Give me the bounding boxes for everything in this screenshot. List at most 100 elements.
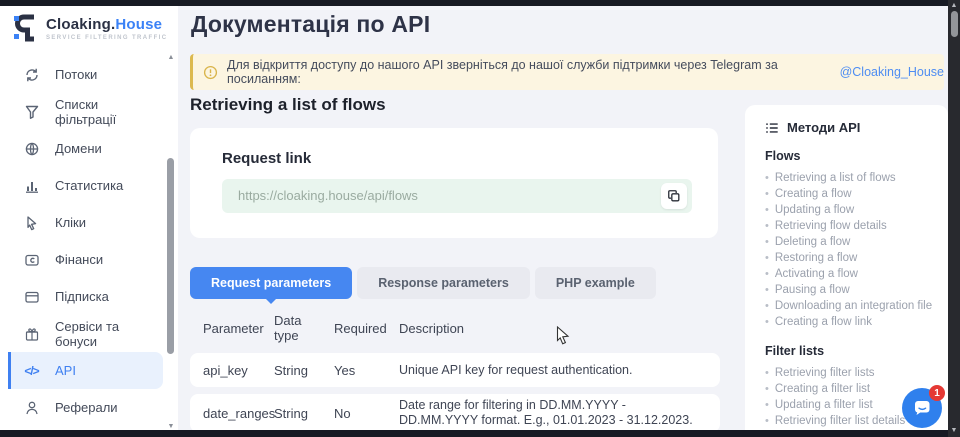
table-header-row: ParameterData typeRequiredDescription xyxy=(190,308,720,348)
app-window: ▲ ▼ Cloaking.House SERVICE FILTERING TRA… xyxy=(0,0,960,437)
methods-link-text: Creating a flow xyxy=(775,186,852,202)
table-header-cell: Required xyxy=(334,321,399,336)
tab[interactable]: Response parameters xyxy=(357,267,530,299)
methods-link[interactable]: • Activating a flow xyxy=(765,266,938,282)
info-icon xyxy=(203,65,218,80)
methods-link-text: Retrieving filter list details xyxy=(775,413,905,429)
sidebar-item[interactable]: Потоки xyxy=(8,56,163,93)
logo-icon xyxy=(14,13,38,43)
card-icon xyxy=(23,288,40,305)
methods-link-text: Retrieving flow details xyxy=(775,218,887,234)
tab-bar: Request parametersResponse parametersPHP… xyxy=(190,267,656,299)
code-icon: </> xyxy=(23,362,40,379)
sidebar-item[interactable]: Сервіси та бонуси xyxy=(8,315,163,352)
table-row: date_ranges String No Date range for fil… xyxy=(190,394,720,432)
methods-link-text: Creating a flow link xyxy=(775,314,872,330)
scroll-down-arrow-icon[interactable]: ▼ xyxy=(948,427,960,435)
cell-description: Date range for filtering in DD.MM.YYYY -… xyxy=(399,398,720,428)
scrollbar-thumb[interactable] xyxy=(951,11,958,37)
bullet-icon: • xyxy=(765,250,769,266)
methods-link[interactable]: • Creating a flow xyxy=(765,186,938,202)
methods-link-text: Retrieving a list of flows xyxy=(775,170,896,186)
request-link-card: Request link https://cloaking.house/api/… xyxy=(190,128,718,238)
bottom-chrome-bar xyxy=(0,430,948,437)
gift-icon xyxy=(23,325,40,342)
sidebar-item-label: Потоки xyxy=(55,67,97,82)
tab[interactable]: Request parameters xyxy=(190,267,352,299)
api-methods-panel: Методи API Flows • Retrieving a list of … xyxy=(745,105,948,437)
sidebar-item-label: Підписка xyxy=(55,289,109,304)
globe-icon xyxy=(23,140,40,157)
copy-button[interactable] xyxy=(661,183,687,209)
sidebar-item[interactable]: Підписка xyxy=(8,278,163,315)
sidebar-scrollbar[interactable]: ▲ ▼ xyxy=(165,46,177,430)
logo-title: Cloaking.House xyxy=(46,16,162,33)
chat-bubble-icon xyxy=(912,398,933,418)
chat-unread-badge: 1 xyxy=(929,385,945,401)
sidebar-item[interactable]: Домени xyxy=(8,130,163,167)
methods-link[interactable]: • Creating a flow link xyxy=(765,314,938,330)
tab[interactable]: PHP example xyxy=(535,267,656,299)
sidebar-item[interactable]: Реферали xyxy=(8,389,163,426)
methods-link-text: Restoring a flow xyxy=(775,250,857,266)
methods-link-text: Retrieving filter lists xyxy=(775,365,875,381)
methods-link-text: Activating a flow xyxy=(775,266,858,282)
user-icon xyxy=(23,399,40,416)
methods-link[interactable]: • Pausing a flow xyxy=(765,282,938,298)
methods-link[interactable]: • Restoring a flow xyxy=(765,250,938,266)
sidebar-item[interactable]: Кліки xyxy=(8,204,163,241)
sidebar-item[interactable]: </> API xyxy=(8,352,163,389)
sidebar-menu: Потоки Списки фільтрації Домени Статисти… xyxy=(0,56,178,426)
sidebar-item[interactable]: Фінанси xyxy=(8,241,163,278)
sidebar-item-label: API xyxy=(55,363,76,378)
cursor-click-icon xyxy=(23,214,40,231)
list-icon xyxy=(765,121,779,135)
methods-link[interactable]: • Retrieving a list of flows xyxy=(765,170,938,186)
bullet-icon: • xyxy=(765,413,769,429)
copy-icon xyxy=(667,189,681,203)
methods-group-title: Flows xyxy=(765,149,938,163)
methods-link[interactable]: • Deleting a flow xyxy=(765,234,938,250)
cell-data-type: String xyxy=(274,406,334,421)
methods-link[interactable]: • Retrieving flow details xyxy=(765,218,938,234)
top-chrome-bar xyxy=(0,0,948,6)
sidebar-item-label: Списки фільтрації xyxy=(55,97,163,127)
page-title: Документація по API xyxy=(191,11,430,38)
request-url-value: https://cloaking.house/api/flows xyxy=(238,179,418,213)
sidebar-item-label: Домени xyxy=(55,141,102,156)
scroll-down-arrow-icon[interactable]: ▼ xyxy=(165,423,177,430)
methods-link-text: Updating a flow xyxy=(775,202,854,218)
bullet-icon: • xyxy=(765,234,769,250)
cell-required: Yes xyxy=(334,363,399,378)
logo[interactable]: Cloaking.House SERVICE FILTERING TRAFFIC xyxy=(14,13,167,43)
cell-required: No xyxy=(334,406,399,421)
notice-banner: Для відкриття доступу до нашого API звер… xyxy=(190,54,944,90)
wallet-icon xyxy=(23,251,40,268)
sidebar-item[interactable]: Статистика xyxy=(8,167,163,204)
table-header-cell: Data type xyxy=(274,313,334,343)
mouse-cursor xyxy=(556,326,570,345)
sidebar-item-label: Фінанси xyxy=(55,252,103,267)
methods-link-text: Deleting a flow xyxy=(775,234,850,250)
scrollbar-thumb[interactable] xyxy=(167,158,174,354)
request-link-title: Request link xyxy=(222,150,311,167)
request-url-field[interactable]: https://cloaking.house/api/flows xyxy=(222,179,692,213)
methods-link[interactable]: • Retrieving filter lists xyxy=(765,365,938,381)
logo-subtitle: SERVICE FILTERING TRAFFIC xyxy=(46,35,167,41)
sync-icon xyxy=(23,66,40,83)
sidebar-item-label: Статистика xyxy=(55,178,123,193)
scroll-up-arrow-icon[interactable]: ▲ xyxy=(165,54,177,61)
scroll-up-arrow-icon[interactable]: ▲ xyxy=(948,2,960,10)
methods-link-text: Updating a filter list xyxy=(775,397,873,413)
methods-link[interactable]: • Updating a flow xyxy=(765,202,938,218)
browser-scrollbar[interactable]: ▲ ▼ xyxy=(948,0,960,437)
telegram-link[interactable]: @Cloaking_House xyxy=(840,65,944,79)
notice-text: Для відкриття доступу до нашого API звер… xyxy=(227,58,831,86)
sidebar-item[interactable]: Списки фільтрації xyxy=(8,93,163,130)
bullet-icon: • xyxy=(765,314,769,330)
cell-data-type: String xyxy=(274,363,334,378)
chat-widget-button[interactable]: 1 xyxy=(902,388,942,428)
methods-link[interactable]: • Downloading an integration file xyxy=(765,298,938,314)
bullet-icon: • xyxy=(765,397,769,413)
methods-link-text: Pausing a flow xyxy=(775,282,850,298)
